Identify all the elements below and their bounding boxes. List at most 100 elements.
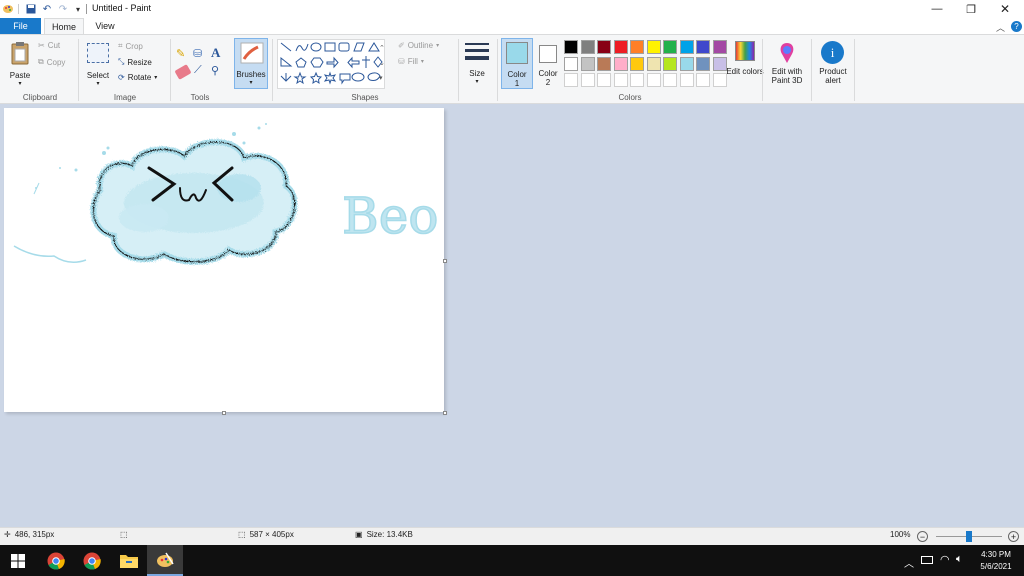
palette-swatch[interactable]: [630, 40, 644, 54]
palette-swatch[interactable]: [679, 40, 694, 54]
palette-swatch[interactable]: [712, 40, 727, 54]
size-label: Size: [469, 69, 485, 78]
custom-color-slot[interactable]: [646, 73, 661, 87]
drawing-canvas[interactable]: Beo: [4, 108, 444, 412]
rotate-button[interactable]: ⟳ Rotate ▾: [118, 73, 157, 82]
volume-icon[interactable]: 🔈︎: [956, 553, 963, 566]
show-hidden-icons-icon[interactable]: ︿: [904, 555, 914, 570]
resize-handle-bottom[interactable]: [222, 411, 226, 415]
tab-view[interactable]: View: [88, 18, 122, 34]
crop-button[interactable]: ⌗ Crop: [118, 41, 143, 51]
palette-swatch[interactable]: [696, 40, 710, 54]
custom-color-slot[interactable]: [630, 73, 644, 87]
palette-swatch[interactable]: [646, 40, 661, 54]
palette-swatch[interactable]: [663, 40, 677, 54]
custom-color-slot[interactable]: [597, 73, 611, 87]
minimize-icon[interactable]: —: [920, 0, 954, 18]
palette-swatch[interactable]: [679, 56, 694, 71]
product-alert-button[interactable]: i Product alert: [815, 39, 851, 91]
palette-swatch[interactable]: [613, 40, 628, 54]
color1-button[interactable]: Color 1: [501, 38, 533, 89]
fill-bucket-icon[interactable]: ⛁: [193, 47, 207, 61]
resize-handle-right[interactable]: [443, 259, 447, 263]
edit-with-paint3d-button[interactable]: Edit with Paint 3D: [766, 39, 808, 91]
edit-colors-button[interactable]: Edit colors: [726, 39, 764, 91]
palette-swatch[interactable]: [580, 40, 595, 54]
shapes-gallery-icons: ⌃ ⌄ ▾: [280, 42, 385, 85]
close-icon[interactable]: ✕: [988, 0, 1022, 18]
redo-icon[interactable]: ↷: [56, 2, 70, 16]
resize-handle-corner[interactable]: [443, 411, 447, 415]
restore-icon[interactable]: ❐: [954, 0, 988, 18]
clipboard-icon: [11, 41, 29, 67]
color-picker-icon[interactable]: ⟋: [194, 64, 208, 78]
custom-color-slot[interactable]: [613, 73, 628, 87]
tab-file[interactable]: File: [0, 18, 41, 34]
brushes-button[interactable]: Brushes ▾: [234, 38, 268, 89]
palette-swatch[interactable]: [696, 56, 710, 71]
palette-swatch[interactable]: [597, 40, 611, 54]
disk-icon: ▣: [355, 530, 363, 539]
chrome-icon[interactable]: [74, 545, 110, 576]
size-button[interactable]: Size ▾: [463, 39, 491, 91]
copy-button[interactable]: ⧉ Copy: [38, 57, 65, 67]
workspace[interactable]: Beo: [0, 104, 1024, 527]
select-button[interactable]: Select ▾: [84, 39, 112, 91]
zoom-out-icon[interactable]: −: [917, 531, 928, 542]
custom-color-slot[interactable]: [679, 73, 694, 87]
magnifier-icon[interactable]: ⚲: [211, 64, 225, 78]
undo-icon[interactable]: ↶: [40, 2, 54, 16]
palette-swatch[interactable]: [613, 56, 628, 71]
customize-qat-icon[interactable]: ▾: [71, 2, 85, 16]
brushes-dropdown-icon: ▾: [249, 80, 253, 86]
help-icon[interactable]: ?: [1011, 21, 1022, 32]
collapse-ribbon-icon[interactable]: ︿: [996, 21, 1005, 34]
tab-home[interactable]: Home: [44, 18, 84, 35]
palette-swatch[interactable]: [580, 56, 595, 71]
product-alert-label: Product alert: [819, 67, 847, 85]
custom-color-slot[interactable]: [580, 73, 595, 87]
color2-button[interactable]: Color 2: [535, 38, 561, 89]
paste-button[interactable]: Paste ▾: [6, 39, 34, 91]
rotate-dropdown-icon: ▾: [154, 75, 158, 81]
zoom-in-icon[interactable]: +: [1008, 531, 1019, 542]
battery-icon[interactable]: [921, 556, 933, 564]
palette-swatch[interactable]: [564, 56, 578, 71]
rotate-label: Rotate: [127, 73, 152, 82]
fill-button[interactable]: ⛁ Fill ▾: [398, 57, 424, 66]
eraser-icon[interactable]: [174, 64, 192, 80]
image-group-label: Image: [113, 93, 137, 102]
palette-swatch[interactable]: [646, 56, 661, 71]
paint-app-icon[interactable]: [1, 2, 15, 16]
palette-swatch[interactable]: [630, 56, 644, 71]
chrome-icon[interactable]: [38, 545, 74, 576]
shapes-gallery[interactable]: ⌃ ⌄ ▾: [277, 39, 385, 89]
color2-swatch: [539, 45, 557, 63]
windows-start-icon[interactable]: [0, 545, 36, 576]
wifi-icon[interactable]: ◠: [940, 553, 950, 566]
custom-color-slot[interactable]: [663, 73, 677, 87]
custom-color-slot[interactable]: [712, 73, 727, 87]
select-dropdown-icon[interactable]: ▾: [84, 80, 112, 87]
outline-label: Outline: [407, 41, 434, 50]
system-clock[interactable]: 4:30 PM 5/6/2021: [974, 549, 1018, 573]
selection-icon: ⬚: [120, 530, 128, 539]
palette-swatch[interactable]: [597, 56, 611, 71]
pencil-icon[interactable]: ✎: [176, 47, 190, 61]
resize-button[interactable]: ⤡ Resize: [118, 57, 152, 67]
paste-dropdown-icon[interactable]: ▾: [6, 80, 34, 87]
save-icon[interactable]: [24, 2, 38, 16]
palette-swatch[interactable]: [712, 56, 727, 71]
file-explorer-icon[interactable]: [111, 545, 147, 576]
palette-swatch[interactable]: [564, 40, 578, 54]
cut-button[interactable]: ✂ Cut: [38, 41, 60, 50]
custom-color-slot[interactable]: [696, 73, 710, 87]
paint-taskbar-icon[interactable]: [147, 545, 183, 576]
custom-color-slot[interactable]: [564, 73, 578, 87]
clock-time: 4:30 PM: [981, 550, 1011, 559]
text-tool-icon[interactable]: A: [211, 45, 225, 60]
outline-button[interactable]: ✐ Outline ▾: [398, 41, 439, 50]
zoom-slider-thumb[interactable]: [966, 531, 972, 542]
palette-swatch[interactable]: [663, 56, 677, 71]
title-bar: ↶ ↷ ▾ Untitled - Paint — ❐ ✕: [0, 0, 1024, 18]
